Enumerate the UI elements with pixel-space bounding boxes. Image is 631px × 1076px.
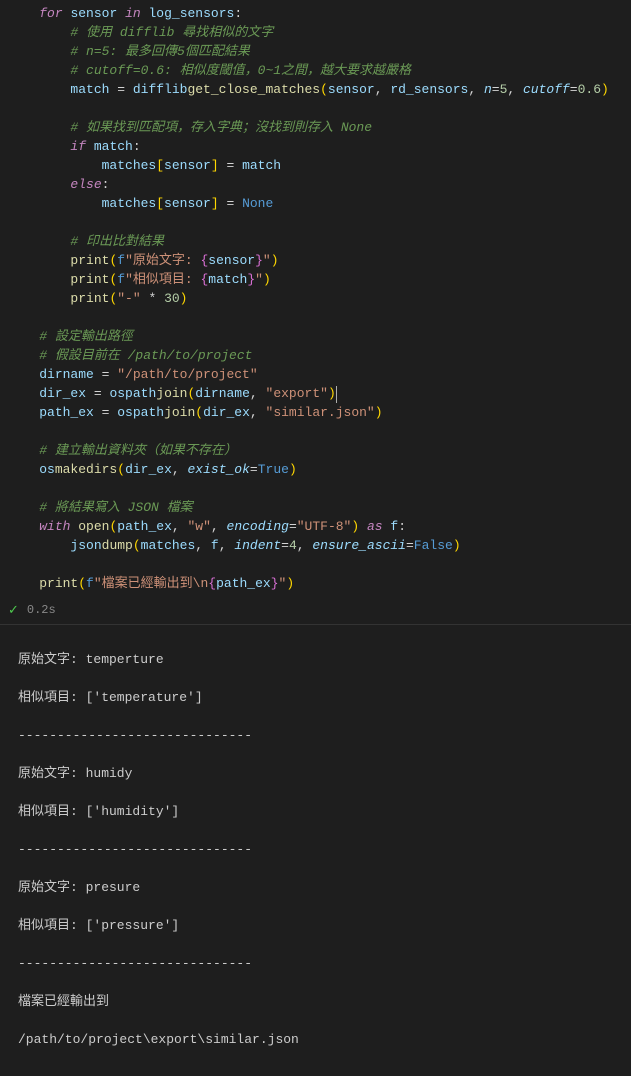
code-line[interactable]: # 建立輸出資料夾（如果不存在） <box>8 441 631 460</box>
code-line[interactable]: # 印出比對結果 <box>8 232 631 251</box>
code-line[interactable]: # cutoff=0.6: 相似度閾值，0~1之間，越大要求越嚴格 <box>8 61 631 80</box>
output-line: 原始文字: humidy <box>18 764 623 783</box>
comment: # n=5: 最多回傳5個匹配結果 <box>70 44 249 59</box>
code-line[interactable]: print(f"檔案已經輸出到\n{path_ex}") <box>8 574 631 593</box>
check-icon: ✓ <box>8 601 19 620</box>
code-line[interactable] <box>8 555 631 574</box>
output-line: /path/to/project\export\similar.json <box>18 1030 623 1049</box>
output-separator: ------------------------------ <box>18 840 623 859</box>
code-line[interactable]: path_ex = ospathjoin(dir_ex, "similar.js… <box>8 403 631 422</box>
comment: # 使用 difflib 尋找相似的文字 <box>70 25 273 40</box>
code-line[interactable]: # 如果找到匹配項，存入字典；沒找到則存入 None <box>8 118 631 137</box>
code-line[interactable]: matches[sensor] = None <box>8 194 631 213</box>
code-line[interactable] <box>8 479 631 498</box>
keyword-for: for <box>39 6 62 21</box>
output-line: 檔案已經輸出到 <box>18 992 623 1011</box>
code-line[interactable]: with open(path_ex, "w", encoding="UTF-8"… <box>8 517 631 536</box>
code-line[interactable]: for sensor in log_sensors: <box>8 4 631 23</box>
code-line[interactable]: dirname = "/path/to/project" <box>8 365 631 384</box>
code-editor[interactable]: for sensor in log_sensors: # 使用 difflib … <box>0 0 631 597</box>
output-line: 原始文字: temperture <box>18 650 623 669</box>
code-line[interactable]: # 使用 difflib 尋找相似的文字 <box>8 23 631 42</box>
comment: # 假設目前在 /path/to/project <box>39 348 252 363</box>
comment: # 建立輸出資料夾（如果不存在） <box>39 443 237 458</box>
output-line: 相似項目: ['humidity'] <box>18 802 623 821</box>
output-line: 相似項目: ['pressure'] <box>18 916 623 935</box>
code-line[interactable]: print("-" * 30) <box>8 289 631 308</box>
code-line[interactable] <box>8 308 631 327</box>
output-panel[interactable]: 原始文字: temperture 相似項目: ['temperature'] -… <box>0 625 631 1076</box>
comment: # 將結果寫入 JSON 檔案 <box>39 500 192 515</box>
code-line[interactable]: dir_ex = ospathjoin(dirname, "export") <box>8 384 631 403</box>
code-line[interactable]: jsondump(matches, f, indent=4, ensure_as… <box>8 536 631 555</box>
code-line[interactable] <box>8 213 631 232</box>
execution-status: ✓ 0.2s <box>0 597 631 625</box>
comment: # cutoff=0.6: 相似度閾值，0~1之間，越大要求越嚴格 <box>70 63 411 78</box>
code-line[interactable]: print(f"相似項目: {match}") <box>8 270 631 289</box>
code-line[interactable]: # n=5: 最多回傳5個匹配結果 <box>8 42 631 61</box>
output-separator: ------------------------------ <box>18 726 623 745</box>
code-line[interactable]: if match: <box>8 137 631 156</box>
code-line[interactable]: # 假設目前在 /path/to/project <box>8 346 631 365</box>
code-line[interactable]: else: <box>8 175 631 194</box>
comment: # 印出比對結果 <box>70 234 164 249</box>
text-cursor <box>336 386 337 403</box>
code-line[interactable]: # 設定輸出路徑 <box>8 327 631 346</box>
code-line[interactable] <box>8 422 631 441</box>
code-line[interactable]: # 將結果寫入 JSON 檔案 <box>8 498 631 517</box>
code-line[interactable]: osmakedirs(dir_ex, exist_ok=True) <box>8 460 631 479</box>
output-separator: ------------------------------ <box>18 954 623 973</box>
code-line[interactable]: match = difflibget_close_matches(sensor,… <box>8 80 631 99</box>
output-line: 相似項目: ['temperature'] <box>18 688 623 707</box>
code-line[interactable] <box>8 99 631 118</box>
output-line: 原始文字: presure <box>18 878 623 897</box>
code-line[interactable]: matches[sensor] = match <box>8 156 631 175</box>
comment: # 如果找到匹配項，存入字典；沒找到則存入 None <box>70 120 372 135</box>
execution-time: 0.2s <box>27 601 56 620</box>
comment: # 設定輸出路徑 <box>39 329 133 344</box>
code-line[interactable]: print(f"原始文字: {sensor}") <box>8 251 631 270</box>
